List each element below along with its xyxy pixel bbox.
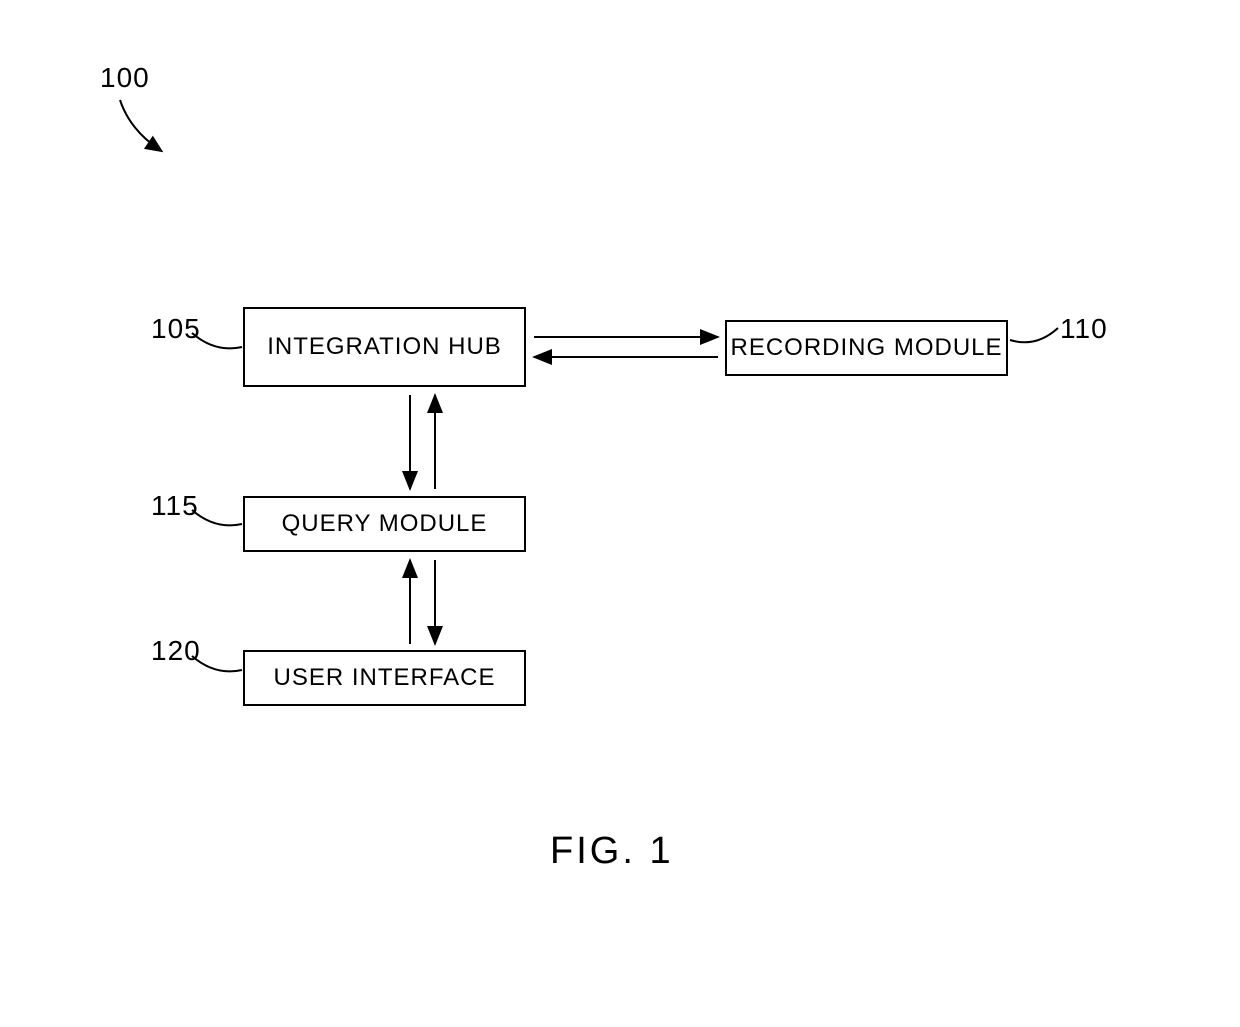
integration-hub-leader bbox=[190, 325, 250, 355]
query-to-ui-arrows bbox=[395, 552, 455, 652]
hub-to-query-arrows bbox=[395, 387, 455, 497]
recording-module-label: RECORDING MODULE bbox=[730, 334, 1002, 362]
integration-hub-box: INTEGRATION HUB bbox=[243, 307, 526, 387]
figure-caption: FIG. 1 bbox=[550, 830, 674, 873]
user-interface-box: USER INTERFACE bbox=[243, 650, 526, 706]
query-module-leader bbox=[190, 502, 250, 532]
hub-to-recording-arrows bbox=[526, 325, 726, 375]
recording-module-box: RECORDING MODULE bbox=[725, 320, 1008, 376]
query-module-box: QUERY MODULE bbox=[243, 496, 526, 552]
recording-module-leader bbox=[1008, 320, 1068, 350]
integration-hub-label: INTEGRATION HUB bbox=[267, 333, 502, 361]
system-ref-leader-arrow bbox=[110, 95, 190, 175]
system-ref-label: 100 bbox=[100, 62, 150, 94]
user-interface-label: USER INTERFACE bbox=[273, 664, 495, 692]
user-interface-leader bbox=[190, 648, 250, 678]
query-module-label: QUERY MODULE bbox=[282, 510, 488, 538]
